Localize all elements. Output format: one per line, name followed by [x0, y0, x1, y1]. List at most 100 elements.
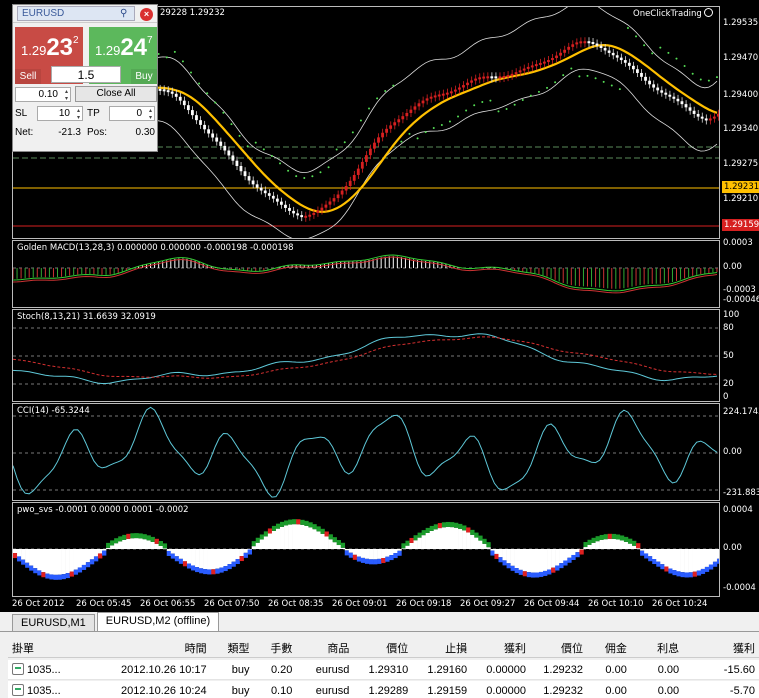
- tp-stepper[interactable]: 0: [109, 106, 155, 121]
- candle-body: [453, 89, 457, 92]
- col-ticket[interactable]: 掛單: [8, 640, 88, 657]
- candle-body: [502, 76, 506, 79]
- close-icon[interactable]: ×: [140, 8, 153, 21]
- pwo-bar-tip: [603, 534, 609, 540]
- cell-size: 0.10: [253, 685, 296, 697]
- pwo-bar: [425, 532, 431, 549]
- pwo-bar: [417, 537, 422, 549]
- pwo-bar: [235, 549, 240, 560]
- cell-price: 1.29289: [353, 685, 412, 697]
- col-size[interactable]: 手數: [253, 640, 296, 657]
- pwo-bar-tip: [458, 523, 463, 529]
- candle-body: [320, 207, 324, 211]
- pwo-bar-tip: [93, 556, 99, 562]
- pin-icon[interactable]: ⚲: [120, 8, 127, 19]
- candle-body: [716, 113, 719, 117]
- pwo-bar: [611, 538, 617, 549]
- tab-eurusd-m2[interactable]: EURUSD,M2 (offline): [96, 612, 220, 631]
- pwo-bar: [13, 549, 18, 554]
- col-profit[interactable]: 獲利: [683, 640, 759, 657]
- table-row[interactable]: 1035... 2012.10.26 10:24 buy 0.10 eurusd 1.29…: [8, 681, 759, 698]
- col-price[interactable]: 價位: [353, 640, 412, 657]
- candle-body: [352, 174, 356, 181]
- pwo-bar: [17, 549, 22, 557]
- one-click-trading-panel[interactable]: EURUSD ⚲ × 1.29232 Sell 1.29247 Buy 1.5 …: [12, 4, 158, 152]
- cell-text: 2012.10.26 10:17: [120, 663, 207, 676]
- psar-dot: [262, 148, 265, 151]
- pwo-bar-tip: [215, 568, 220, 574]
- pwo-bar: [203, 549, 208, 570]
- col-type[interactable]: 類型: [211, 640, 254, 657]
- lot-size-field[interactable]: 1.5: [51, 66, 121, 83]
- pwo-bar: [587, 544, 592, 549]
- candle-body: [308, 214, 312, 217]
- pwo-bar: [575, 549, 580, 553]
- cci-pane[interactable]: CCI(14) -65.3244: [12, 403, 720, 501]
- candle-body: [324, 204, 328, 208]
- table-row[interactable]: 1035... 2012.10.26 10:17 buy 0.20 eurusd 1.29…: [8, 660, 759, 680]
- tab-eurusd-m1[interactable]: EURUSD,M1: [12, 614, 95, 631]
- macd-pane[interactable]: Golden MACD(13,28,3) 0.000000 0.000000 -…: [12, 240, 720, 308]
- symbol-selector[interactable]: EURUSD: [17, 6, 135, 21]
- pwo-bar-tip: [385, 556, 390, 562]
- pwo-bar: [308, 527, 313, 549]
- pwo-bar: [449, 527, 455, 549]
- candle-body: [680, 101, 684, 105]
- cell-text: 0.00: [605, 684, 627, 697]
- psar-dot: [465, 109, 468, 112]
- psar-dot: [618, 88, 621, 91]
- cell-profit: -15.60: [683, 664, 759, 676]
- pwo-bar-tip: [623, 536, 629, 542]
- candle-body: [174, 93, 178, 97]
- pwo-bar-tip: [239, 556, 244, 562]
- macd-tick: 0.0003: [723, 238, 753, 248]
- pwo-bar-tip: [538, 571, 544, 577]
- volume-stepper[interactable]: 0.10: [15, 86, 71, 102]
- candle-body: [449, 91, 453, 94]
- cell-text: -15.60: [723, 663, 755, 676]
- pwo-bar: [482, 543, 487, 549]
- candle-body: [486, 76, 490, 79]
- cell-text: 1035...: [27, 685, 61, 697]
- col-symbol[interactable]: 商品: [296, 640, 353, 657]
- close-all-button[interactable]: Close All: [75, 86, 157, 102]
- col-current-price[interactable]: 價位: [530, 640, 587, 657]
- pwo-bar-tip: [49, 574, 54, 580]
- col-time[interactable]: 時間: [88, 640, 211, 657]
- candle-body: [615, 55, 619, 58]
- psar-dot: [513, 103, 516, 106]
- col-swap[interactable]: 利息: [631, 640, 683, 657]
- order-icon: [12, 684, 24, 696]
- pwo-bar: [114, 543, 119, 549]
- pwo-bar-tip: [381, 558, 386, 564]
- psar-dot: [327, 166, 330, 169]
- candle-body: [688, 107, 692, 111]
- cci-chart: [13, 406, 719, 498]
- macd-tick: -0.00046: [723, 295, 759, 305]
- pwo-pane[interactable]: pwo_svs -0.0001 0.0000 0.0001 -0.0002: [12, 502, 720, 597]
- pwo-bar-tip: [336, 540, 342, 546]
- candle-body: [648, 80, 651, 85]
- col-commission[interactable]: 佣金: [587, 640, 631, 657]
- pwo-bar: [534, 549, 540, 573]
- candle-body: [591, 42, 595, 45]
- stoch-tick: 80: [723, 323, 734, 333]
- stochastic-pane[interactable]: Stoch(8,13,21) 31.6639 32.0919: [12, 309, 720, 402]
- col-tp[interactable]: 獲利: [471, 640, 530, 657]
- psar-dot: [659, 46, 662, 49]
- time-tick: 26 Oct 10:24: [652, 599, 708, 609]
- sl-stepper[interactable]: 10: [37, 106, 83, 121]
- pwo-bar-tip: [425, 527, 431, 533]
- candle-body: [263, 190, 267, 194]
- candle-body: [284, 204, 287, 208]
- col-sl[interactable]: 止損: [412, 640, 471, 657]
- one-click-trading-label[interactable]: OneClickTrading: [633, 8, 713, 19]
- candle-body: [223, 145, 227, 151]
- psar-dot: [246, 145, 249, 148]
- candle-body: [300, 215, 304, 218]
- pwo-bar-tip: [579, 549, 584, 555]
- stoch-tick: 50: [723, 351, 734, 361]
- candle-body: [490, 76, 494, 79]
- pwo-bar-tip: [421, 530, 426, 536]
- pwo-bar-tip: [522, 571, 528, 577]
